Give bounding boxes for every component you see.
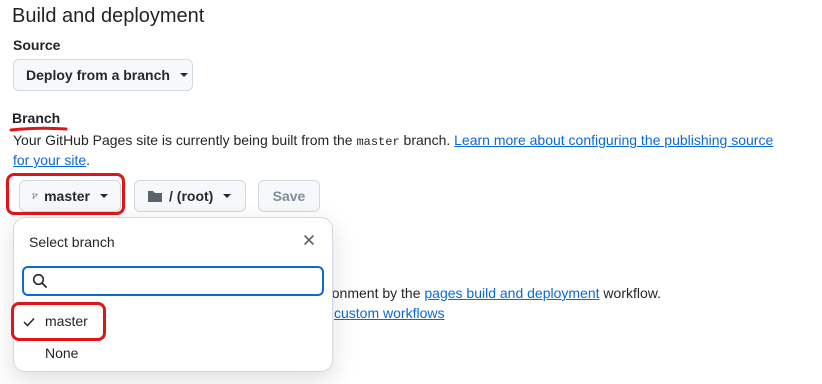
learn-more-link-continued[interactable]: for your site: [13, 152, 86, 168]
section-heading: Build and deployment: [12, 5, 205, 27]
search-icon: [32, 273, 47, 288]
caret-down-icon: [100, 194, 108, 198]
caret-down-icon: [179, 73, 188, 77]
learn-more-link[interactable]: Learn more about configuring the publish…: [454, 132, 773, 148]
workflow-description: ironment by the pages build and deployme…: [324, 285, 661, 301]
branch-code: master: [356, 135, 400, 149]
folder-dropdown-value: / (root): [169, 188, 214, 204]
save-button[interactable]: Save: [258, 180, 320, 212]
source-dropdown[interactable]: Deploy from a branch: [13, 59, 193, 91]
pages-build-deployment-link[interactable]: pages build and deployment: [424, 285, 599, 301]
branch-description-line2: for your site.: [13, 152, 91, 168]
source-label: Source: [13, 37, 61, 53]
git-branch-icon: [32, 193, 38, 199]
check-icon: [23, 317, 35, 327]
branch-description: Your GitHub Pages site is currently bein…: [13, 132, 774, 149]
branch-dropdown-value: master: [44, 188, 90, 204]
caret-down-icon: [223, 194, 232, 198]
branch-option-label: master: [45, 313, 88, 329]
branch-option-label: None: [45, 345, 79, 361]
branch-option-none[interactable]: None: [14, 339, 332, 369]
custom-workflows-link[interactable]: custom workflows: [334, 305, 444, 321]
popover-title: Select branch: [29, 234, 115, 250]
folder-icon: [148, 191, 162, 202]
folder-dropdown-button[interactable]: / (root): [134, 180, 246, 212]
close-icon[interactable]: [303, 234, 315, 246]
branch-search-input[interactable]: [22, 266, 324, 296]
source-dropdown-value: Deploy from a branch: [26, 67, 170, 83]
branch-option-master[interactable]: master: [14, 307, 332, 337]
custom-workflows-line: custom workflows: [334, 303, 444, 323]
select-branch-popover: Select branch master None: [13, 217, 333, 372]
branch-dropdown-button[interactable]: master: [19, 180, 121, 212]
